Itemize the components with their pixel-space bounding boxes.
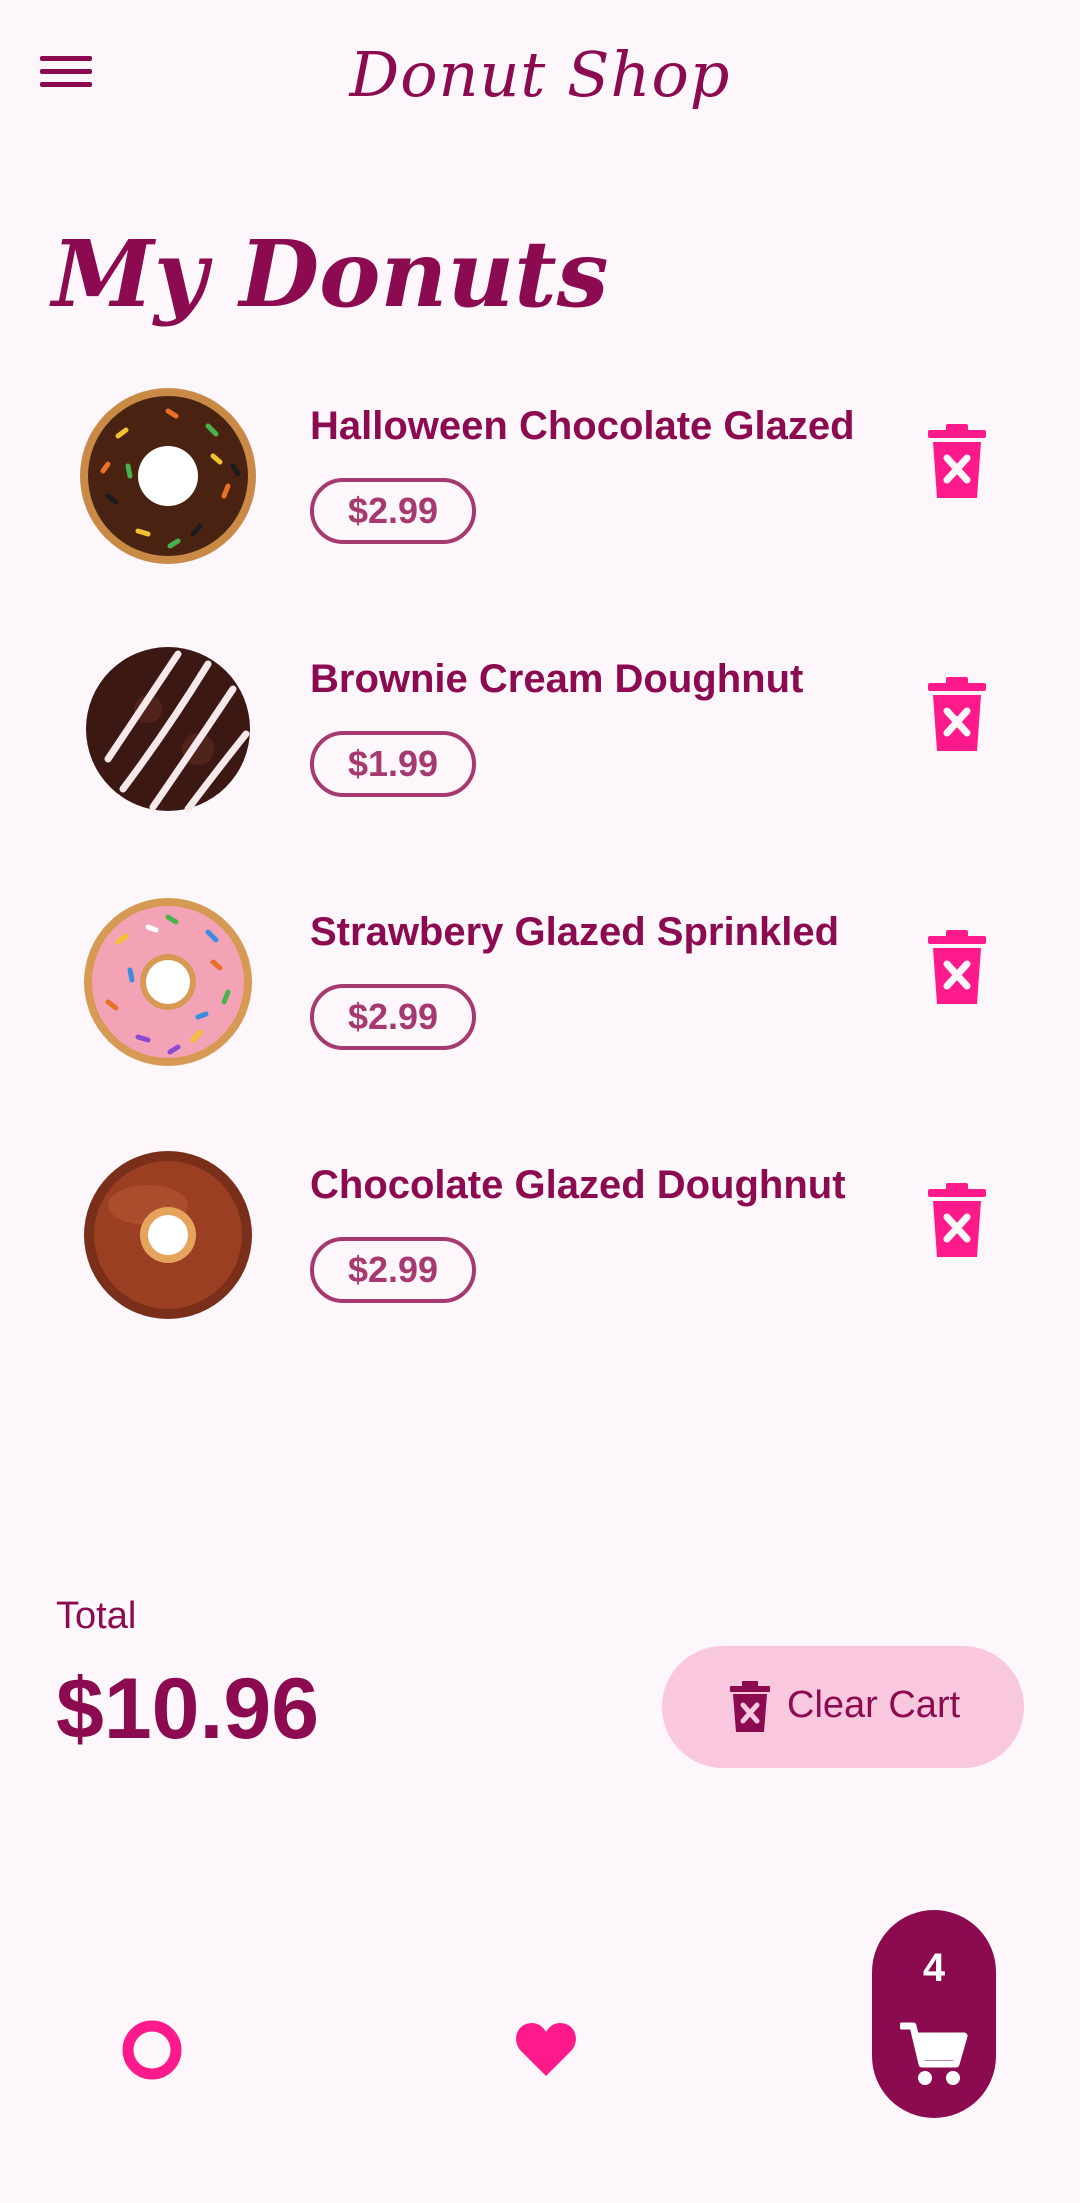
total-value: $10.96 — [56, 1661, 320, 1757]
donut-image — [86, 647, 250, 813]
donut-image — [84, 1151, 252, 1319]
donut-image — [84, 898, 252, 1066]
delete-icon — [730, 1681, 770, 1732]
cart-item: Halloween Chocolate Glazed $2.99 — [0, 370, 1080, 623]
total-label: Total — [56, 1595, 137, 1637]
delete-icon[interactable] — [922, 928, 992, 1008]
top-app-bar: Donut Shop — [0, 0, 1080, 160]
page-title: My Donuts — [52, 220, 609, 328]
cart-item-list: Halloween Chocolate Glazed $2.99 Brownie… — [0, 370, 1080, 1382]
item-name: Halloween Chocolate Glazed — [310, 404, 855, 448]
cart-item: Chocolate Glazed Doughnut $2.99 — [0, 1129, 1080, 1382]
item-name: Strawbery Glazed Sprinkled — [310, 910, 840, 954]
delete-icon[interactable] — [922, 1181, 992, 1261]
price-chip: $2.99 — [310, 1237, 476, 1303]
ring-icon[interactable] — [122, 2020, 182, 2080]
cart-item: Brownie Cream Doughnut $1.99 — [0, 623, 1080, 876]
donut-image — [80, 388, 256, 564]
delete-icon[interactable] — [922, 675, 992, 755]
item-name: Chocolate Glazed Doughnut — [310, 1163, 846, 1207]
price-chip: $2.99 — [310, 984, 476, 1050]
heart-icon[interactable] — [515, 2020, 577, 2080]
item-name: Brownie Cream Doughnut — [310, 657, 804, 701]
price-chip: $2.99 — [310, 478, 476, 544]
app-title: Donut Shop — [349, 38, 731, 111]
clear-cart-button[interactable]: Clear Cart — [662, 1646, 1024, 1768]
shopping-cart-icon — [900, 2022, 968, 2085]
cart-count-badge: 4 — [922, 1946, 946, 1990]
price-chip: $1.99 — [310, 731, 476, 797]
delete-icon[interactable] — [922, 422, 992, 502]
cart-nav-button[interactable]: 4 — [872, 1910, 996, 2118]
clear-cart-label: Clear Cart — [787, 1684, 961, 1726]
cart-item: Strawbery Glazed Sprinkled $2.99 — [0, 876, 1080, 1129]
